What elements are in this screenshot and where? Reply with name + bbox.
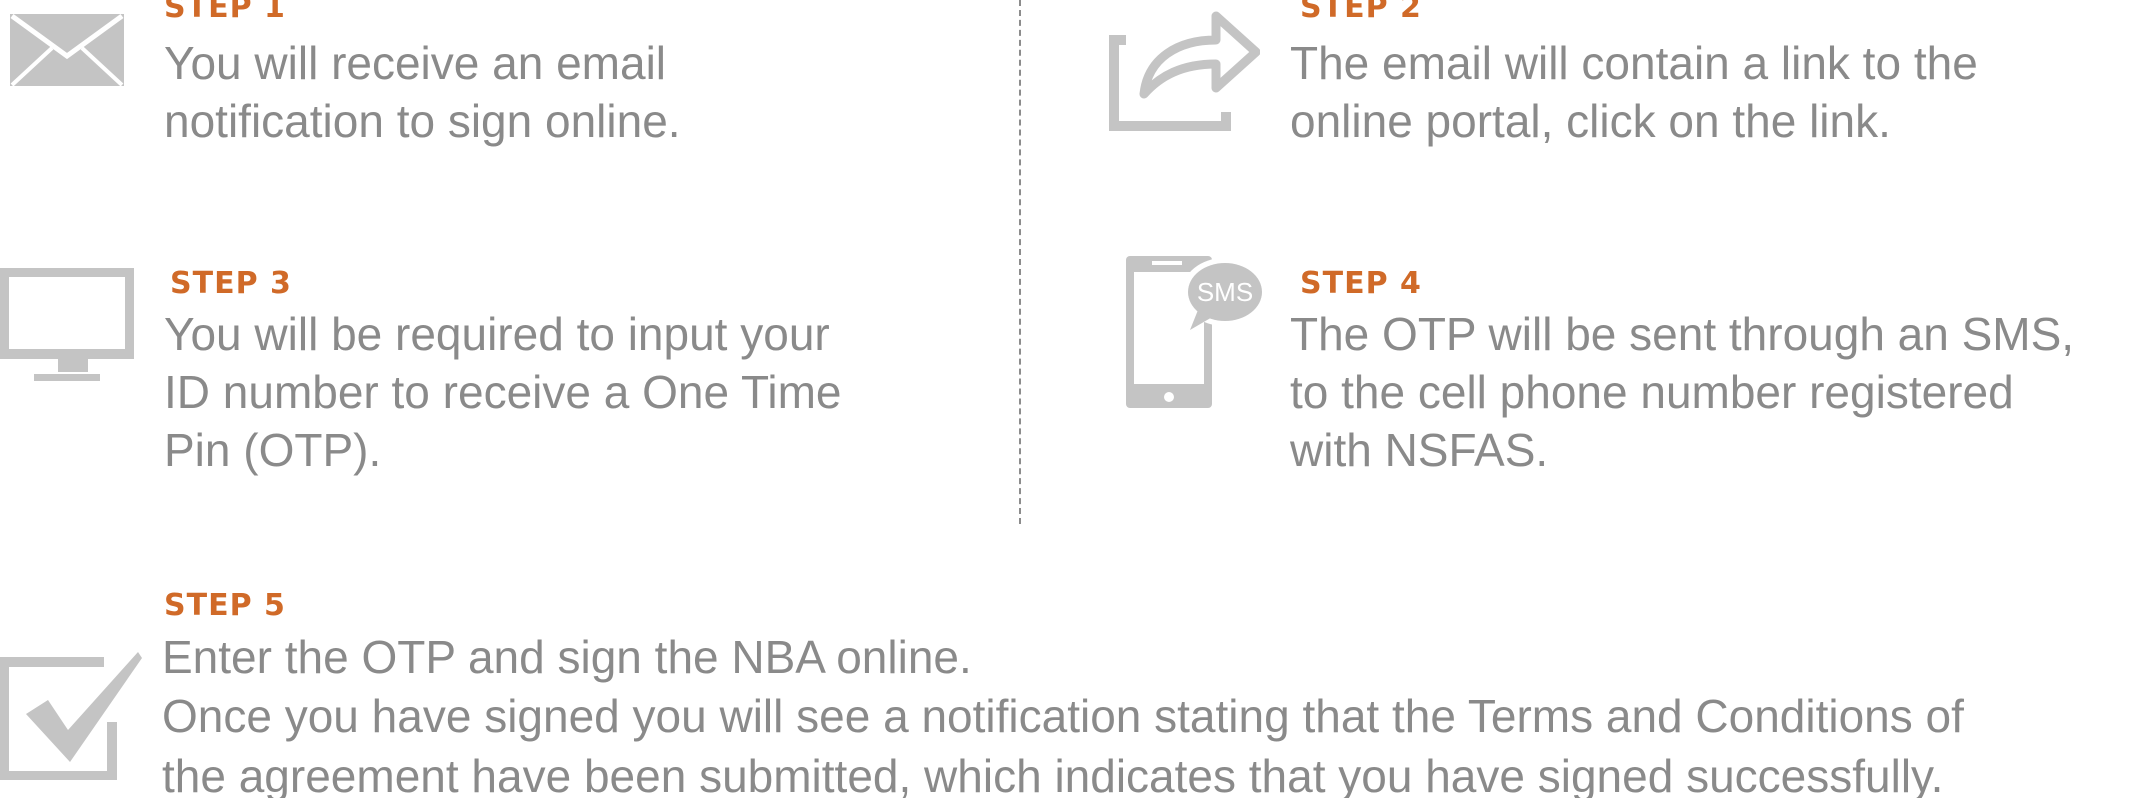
step-4-line: with NSFAS. [1290,424,1549,476]
step-5-line: the agreement have been submitted, which… [162,750,1944,798]
step-2-title: STEP 2 [1300,0,1422,25]
step-4-line: The OTP will be sent through an SMS, [1290,308,2075,360]
step-5-text: Enter the OTP and sign the NBA online. O… [162,628,1964,798]
step-4-title: STEP 4 [1300,266,1422,301]
column-divider [1019,0,1021,524]
step-3-line: ID number to receive a One Time [164,366,842,418]
step-1-title: STEP 1 [164,0,286,25]
mobile-sms-icon: SMS [1124,252,1270,412]
envelope-icon [8,12,126,88]
step-2-line: online portal, click on the link. [1290,95,1891,147]
step-1-line: You will receive an email [164,37,667,89]
step-3-line: You will be required to input your [164,308,830,360]
checkbox-check-icon [0,650,146,780]
step-4-line: to the cell phone number registered [1290,366,2014,418]
step-3-title: STEP 3 [170,266,292,301]
step-2-text: The email will contain a link to the onl… [1290,34,1978,150]
step-1-line: notification to sign online. [164,95,681,147]
share-arrow-icon [1108,2,1260,132]
monitor-icon [0,268,134,384]
step-5-title: STEP 5 [164,588,286,623]
step-2-line: The email will contain a link to the [1290,37,1978,89]
step-1-text: You will receive an email notification t… [164,34,681,150]
step-5-line: Once you have signed you will see a noti… [162,690,1964,742]
sms-label: SMS [1197,277,1253,307]
step-5-line: Enter the OTP and sign the NBA online. [162,631,972,683]
step-3-line: Pin (OTP). [164,424,382,476]
step-3-text: You will be required to input your ID nu… [164,305,842,479]
step-4-text: The OTP will be sent through an SMS, to … [1290,305,2074,479]
